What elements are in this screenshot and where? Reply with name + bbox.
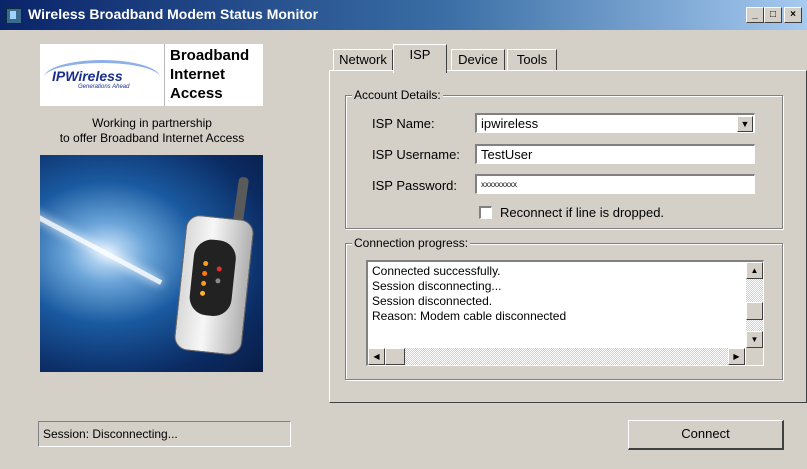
tab-network[interactable]: Network <box>333 49 393 72</box>
led-icon <box>200 280 207 287</box>
log-line: Session disconnected. <box>372 294 493 308</box>
partner-text: Working in partnership to offer Broadban… <box>14 116 290 146</box>
led-icon <box>201 270 208 277</box>
log-line: Reason: Modem cable disconnected <box>372 309 567 323</box>
led-icon <box>202 260 209 267</box>
vertical-scrollbar[interactable]: ▲ ▼ <box>746 262 763 348</box>
vertical-scroll-thumb[interactable] <box>746 302 763 320</box>
tab-device[interactable]: Device <box>451 49 505 72</box>
product-line-1: Broadband <box>170 47 250 64</box>
modem-face <box>187 237 238 318</box>
led-icon <box>216 266 222 272</box>
connection-progress-label: Connection progress: <box>352 236 471 250</box>
minimize-button[interactable]: _ <box>746 7 764 23</box>
isp-name-value: ipwireless <box>481 116 539 131</box>
tab-tools[interactable]: Tools <box>507 49 557 72</box>
light-beam <box>40 210 163 285</box>
isp-username-value: TestUser <box>481 147 533 162</box>
isp-password-input[interactable]: xxxxxxxxx <box>475 174 755 194</box>
led-icon <box>199 290 206 297</box>
scroll-right-icon[interactable]: ▶ <box>728 348 745 365</box>
connection-log[interactable]: Connected successfully. Session disconne… <box>366 260 764 366</box>
scrollbar-corner <box>746 348 763 365</box>
modem-device <box>173 213 255 357</box>
app-icon <box>6 8 22 24</box>
led-icon <box>215 278 221 284</box>
ipwireless-logo: IPWireless Generations Ahead <box>40 44 165 106</box>
isp-name-select[interactable]: ipwireless ▼ <box>475 113 755 133</box>
horizontal-scroll-thumb[interactable] <box>385 348 405 365</box>
connect-button[interactable]: Connect <box>628 420 784 450</box>
status-bar: Session: Disconnecting... <box>38 421 291 447</box>
product-line-2: Internet <box>170 66 226 83</box>
isp-password-value: xxxxxxxxx <box>481 180 517 189</box>
brand-banner: IPWireless Generations Ahead Broadband I… <box>40 44 263 106</box>
partner-line-2: to offer Broadband Internet Access <box>59 131 245 145</box>
scroll-left-icon[interactable]: ◀ <box>368 348 385 365</box>
reconnect-label[interactable]: Reconnect if line is dropped. <box>500 205 664 220</box>
log-line: Connected successfully. <box>372 264 501 278</box>
tab-isp[interactable]: ISP <box>393 44 447 73</box>
isp-name-label: ISP Name: <box>372 116 435 131</box>
partner-line-1: Working in partnership <box>92 116 212 130</box>
chevron-down-icon[interactable]: ▼ <box>737 116 753 132</box>
logo-wordmark: IPWireless <box>52 68 123 84</box>
close-button[interactable]: × <box>784 7 802 23</box>
product-line-3: Access <box>170 85 223 102</box>
modem-photo <box>40 155 263 372</box>
maximize-button[interactable]: □ <box>764 7 782 23</box>
reconnect-checkbox[interactable] <box>479 206 492 219</box>
isp-username-input[interactable]: TestUser <box>475 144 755 164</box>
account-details-label: Account Details: <box>352 88 443 102</box>
product-name: Broadband Internet Access <box>170 46 249 103</box>
window-title: Wireless Broadband Modem Status Monitor <box>28 6 319 22</box>
scroll-down-icon[interactable]: ▼ <box>746 331 763 348</box>
log-line: Session disconnecting... <box>372 279 502 293</box>
app-window: Wireless Broadband Modem Status Monitor … <box>0 0 807 469</box>
isp-password-label: ISP Password: <box>372 178 458 193</box>
logo-tagline: Generations Ahead <box>78 84 130 90</box>
title-bar[interactable]: Wireless Broadband Modem Status Monitor … <box>0 0 807 30</box>
isp-username-label: ISP Username: <box>372 147 460 162</box>
status-text: Session: Disconnecting... <box>43 427 178 441</box>
horizontal-scrollbar[interactable]: ◀ ▶ <box>368 348 745 365</box>
scroll-up-icon[interactable]: ▲ <box>746 262 763 279</box>
